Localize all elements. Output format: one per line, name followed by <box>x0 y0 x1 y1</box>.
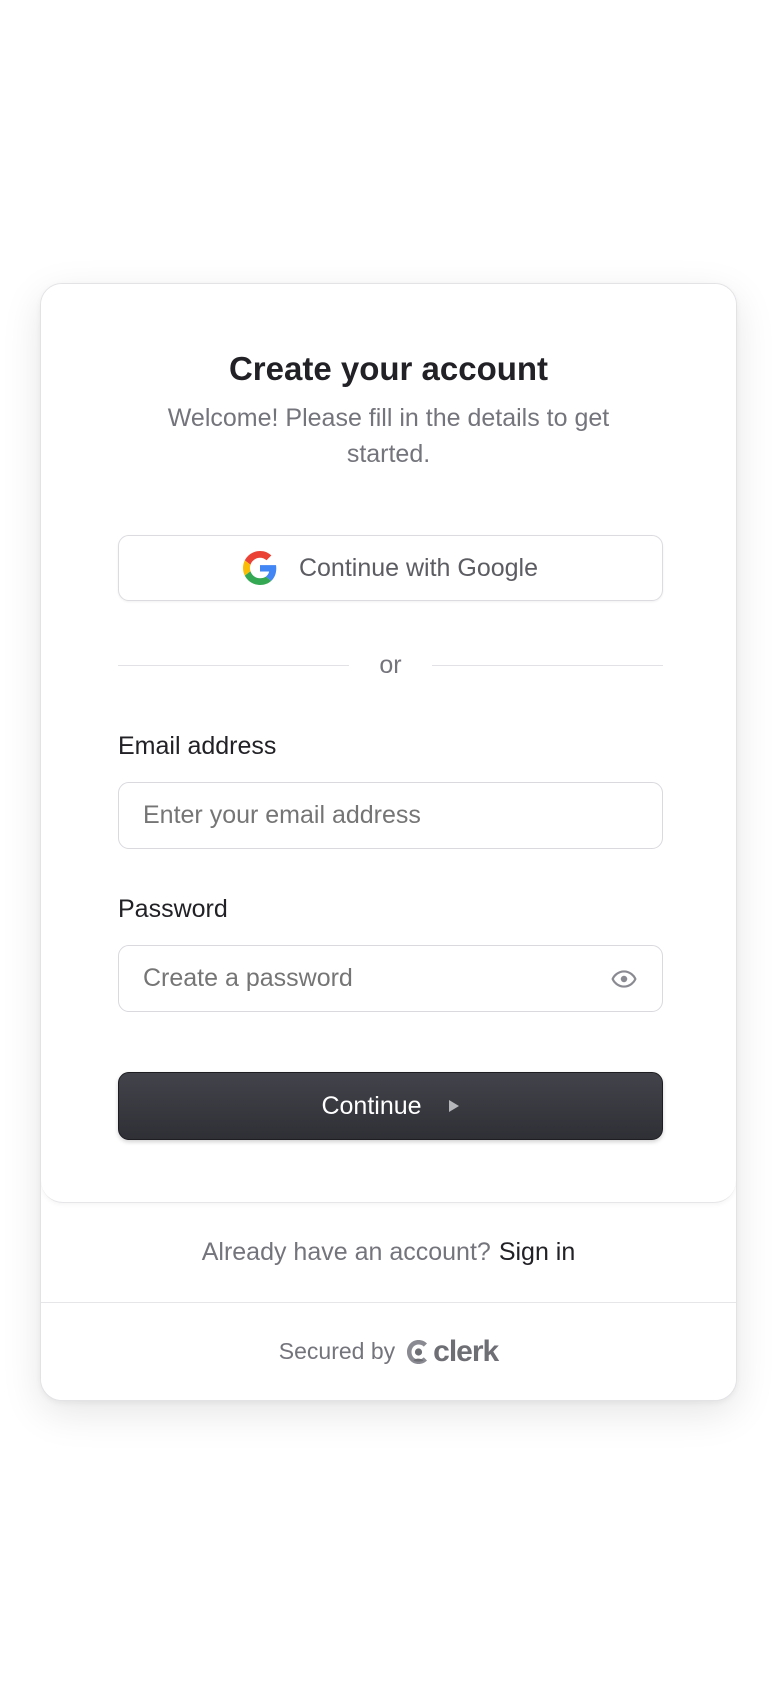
continue-button-label: Continue <box>321 1091 422 1120</box>
google-icon <box>242 551 277 585</box>
email-input[interactable] <box>118 782 663 849</box>
clerk-logo[interactable]: clerk <box>405 1334 499 1369</box>
divider-text: or <box>379 650 402 679</box>
signin-prompt-text: Already have an account? <box>201 1238 491 1266</box>
page-subtitle: Welcome! Please fill in the details to g… <box>167 404 610 468</box>
signup-card-main: Create your account Welcome! Please fill… <box>41 284 736 1203</box>
password-label: Password <box>118 895 228 923</box>
clerk-logo-icon <box>405 1338 431 1366</box>
password-field <box>41 945 736 1012</box>
page-title: Create your account <box>228 350 549 387</box>
play-arrow-icon <box>448 1099 460 1113</box>
continue-with-google-button[interactable]: Continue with Google <box>118 535 663 601</box>
divider-line-right <box>431 664 664 666</box>
secured-by-text: Secured by <box>278 1338 396 1364</box>
clerk-wordmark: clerk <box>433 1334 499 1368</box>
signin-prompt: Already have an account? Sign in <box>41 1203 736 1303</box>
signin-link[interactable]: Sign in <box>499 1238 575 1267</box>
continue-button[interactable]: Continue <box>118 1072 663 1140</box>
or-divider: or <box>118 650 664 680</box>
password-input[interactable] <box>118 945 663 1012</box>
secured-by-footer: Secured by clerk <box>41 1303 736 1400</box>
signup-card: Create your account Welcome! Please fill… <box>40 283 737 1401</box>
google-button-label: Continue with Google <box>298 553 539 582</box>
email-label: Email address <box>118 732 277 760</box>
divider-line-left <box>118 664 350 666</box>
eye-icon[interactable] <box>611 966 637 992</box>
